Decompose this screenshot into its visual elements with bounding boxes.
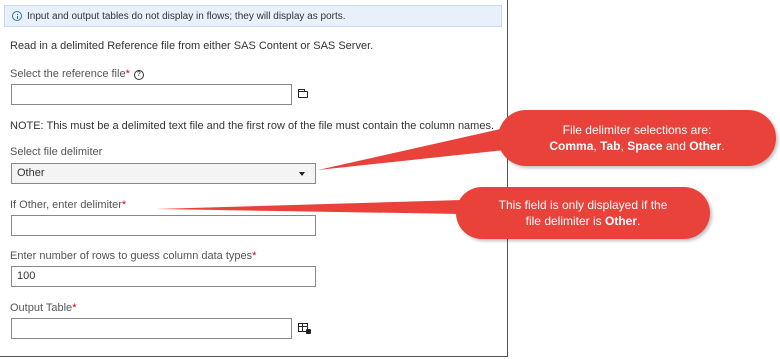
comma-text: Comma: [549, 139, 594, 153]
delimiter-callout: File delimiter selections are: Comma, Ta…: [498, 110, 776, 166]
other-field-callout-line1: This field is only displayed if the: [498, 198, 668, 212]
space-text: Space: [627, 139, 663, 153]
delimiter-callout-line2: Comma, Tab, Space and Other.: [549, 138, 724, 154]
other-callout-pointer: [156, 200, 462, 214]
period: .: [637, 214, 641, 228]
other-field-callout-line2: file delimiter is Other.: [526, 213, 641, 229]
delimiter-callout-line1: File delimiter selections are:: [562, 123, 712, 137]
other-field-callout: This field is only displayed if the file…: [456, 187, 710, 239]
period: .: [721, 139, 725, 153]
line2-prefix: file delimiter is: [525, 214, 605, 228]
delimiter-callout-pointer: [318, 128, 505, 170]
tab-text: Tab: [600, 139, 621, 153]
callout-pointers: [156, 128, 505, 214]
other-text: Other: [605, 214, 638, 228]
and-text: and: [662, 139, 690, 153]
other-text: Other: [689, 139, 722, 153]
